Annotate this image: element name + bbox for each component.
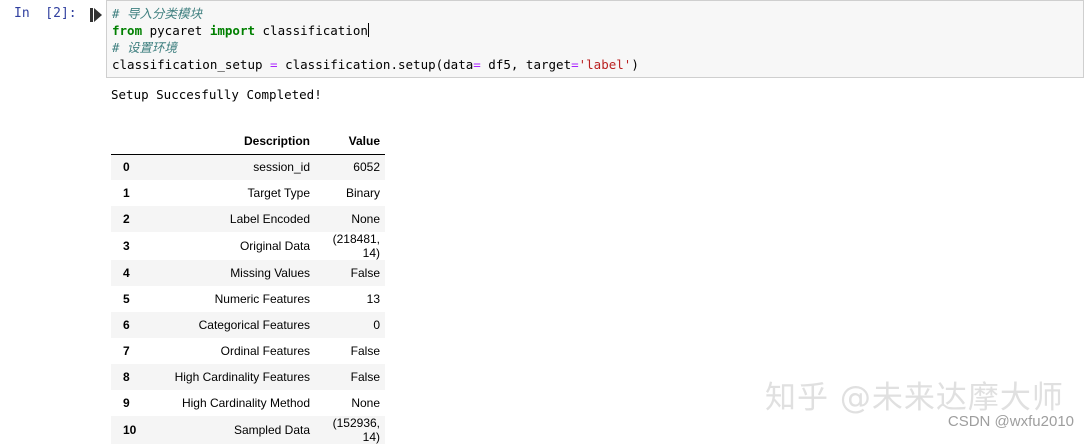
table-row: 5 Numeric Features 13 [111, 286, 385, 312]
table-row: 9 High Cardinality Method None [111, 390, 385, 416]
row-description: Ordinal Features [220, 344, 310, 358]
output-message: Setup Succesfully Completed! [111, 87, 322, 102]
run-cell-icon[interactable] [90, 8, 102, 22]
code-line-1: # 导入分类模块 [112, 5, 1083, 22]
code-name: classification [255, 23, 368, 38]
row-value: False [350, 344, 380, 358]
row-description: High Cardinality Method [181, 396, 310, 410]
row-index: 3 [123, 239, 130, 253]
row-value: Binary [345, 186, 380, 200]
row-index: 6 [123, 318, 130, 332]
row-index: 1 [123, 186, 130, 200]
csdn-watermark: CSDN @wxfu2010 [947, 413, 1074, 430]
row-description: Categorical Features [198, 318, 310, 332]
row-value: (218481, 14) [332, 232, 380, 260]
code-close-paren: ) [631, 57, 639, 72]
row-description: Missing Values [230, 266, 310, 280]
code-operator: = [270, 57, 278, 72]
code-operator: = [571, 57, 579, 72]
row-index: 8 [123, 370, 130, 384]
row-value: 6052 [353, 160, 380, 175]
code-comment: # 设置环境 [112, 40, 178, 55]
row-index: 2 [123, 212, 130, 226]
code-variable: classification_setup [112, 57, 271, 72]
code-line-4: classification_setup = classification.se… [112, 56, 1083, 73]
code-call: classification.setup(data [277, 57, 474, 72]
code-cell-editor[interactable]: # 导入分类模块 from pycaret import classificat… [106, 0, 1084, 78]
table-header-row: Description Value [111, 128, 385, 155]
table-row: 3 Original Data (218481, 14) [111, 232, 385, 260]
table-row: 6 Categorical Features 0 [111, 312, 385, 338]
row-value: None [351, 396, 380, 410]
table-row: 2 Label Encoded None [111, 206, 385, 232]
table-row: 4 Missing Values False [111, 260, 385, 286]
table-row: 0 session_id 6052 [111, 154, 385, 180]
code-string: 'label' [578, 57, 632, 72]
row-description: High Cardinality Features [174, 370, 310, 384]
value-header: Value [315, 128, 385, 155]
row-value: 0 [373, 318, 380, 332]
table-row: 7 Ordinal Features False [111, 338, 385, 364]
description-header: Description [149, 128, 315, 155]
row-description: Original Data [239, 239, 310, 253]
code-comment: # 导入分类模块 [112, 6, 203, 21]
code-module: pycaret [142, 23, 210, 38]
row-value: False [350, 370, 380, 384]
text-cursor [367, 23, 369, 37]
code-args: df5, target [480, 57, 572, 72]
input-prompt: In [2]: [14, 6, 77, 21]
table-row: 1 Target Type Binary [111, 180, 385, 206]
table-body: 0 session_id 6052 1 Target Type Binary 2 Label … [111, 154, 385, 444]
code-line-3: # 设置环境 [112, 39, 1083, 56]
table-row: 8 High Cardinality Features False [111, 364, 385, 390]
zhihu-watermark: 知乎 @未来达摩大师 [765, 380, 1064, 416]
row-value: 13 [366, 292, 380, 306]
row-index: 5 [123, 292, 130, 306]
setup-table: Description Value 0 session_id 6052 1 Target… [111, 128, 385, 444]
row-value: None [351, 212, 380, 226]
index-header [111, 128, 149, 155]
row-index: 4 [123, 266, 130, 280]
row-index: 0 [123, 160, 130, 175]
row-value: False [350, 266, 380, 280]
code-keyword: from [112, 23, 143, 38]
code-operator: = [473, 57, 481, 72]
row-description: Numeric Features [214, 292, 310, 306]
row-description: Target Type [247, 186, 310, 200]
code-keyword: import [209, 23, 255, 38]
row-index: 7 [123, 344, 130, 358]
row-index: 9 [123, 396, 130, 410]
code-line-2: from pycaret import classification [112, 22, 1083, 39]
row-description: Label Encoded [229, 212, 310, 226]
row-description: session_id [253, 160, 310, 175]
